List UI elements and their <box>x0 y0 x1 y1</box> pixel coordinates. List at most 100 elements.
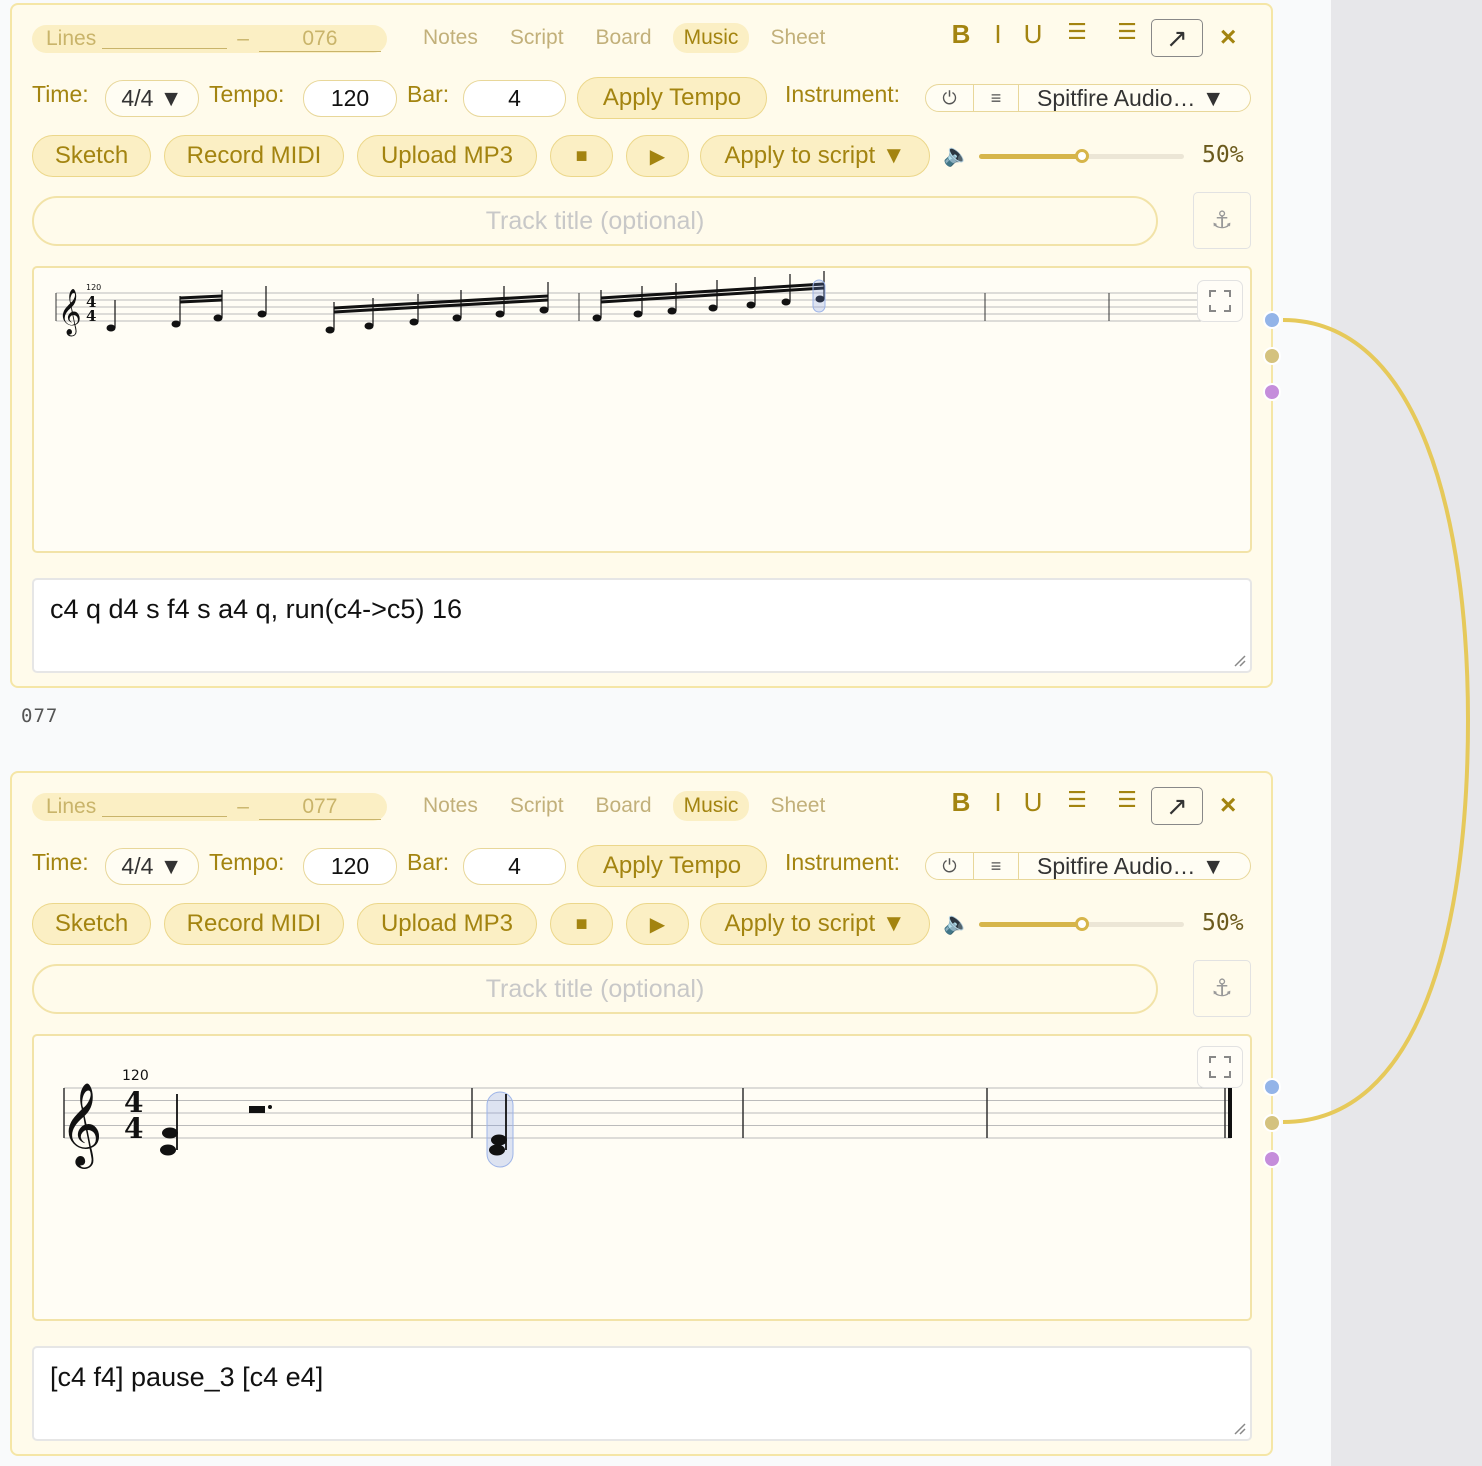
popout-icon[interactable]: ↗ <box>1151 19 1203 57</box>
note-head <box>495 310 505 318</box>
underline-button[interactable]: U <box>1020 19 1046 50</box>
instrument-name[interactable]: Spitfire Audio… ▼ <box>1019 853 1225 880</box>
stop-button[interactable]: ■ <box>550 135 613 177</box>
time-signature-select[interactable]: 4/4 ▼ <box>105 80 199 117</box>
record-midi-button[interactable]: Record MIDI <box>164 135 344 177</box>
anchor-icon[interactable]: ⚓ <box>1193 960 1251 1017</box>
note-head <box>171 320 181 328</box>
bullet-list-icon[interactable]: ☰ <box>1064 787 1090 813</box>
upload-mp3-button[interactable]: Upload MP3 <box>357 903 537 945</box>
tab-board[interactable]: Board <box>585 791 663 821</box>
bar-label: Bar: <box>407 849 450 875</box>
tab-notes[interactable]: Notes <box>412 23 489 53</box>
bar-input[interactable]: 4 <box>463 80 566 117</box>
close-icon[interactable]: × <box>1220 789 1236 821</box>
volume-icon: 🔈 <box>943 910 971 935</box>
score-view[interactable]: 𝄞 4 4 120 <box>32 1034 1252 1321</box>
track-title-input[interactable]: Track title (optional) <box>32 196 1158 246</box>
italic-button[interactable]: I <box>988 787 1008 818</box>
lines-end-input[interactable]: 077 <box>258 795 381 820</box>
tab-script[interactable]: Script <box>499 23 575 53</box>
note-head <box>592 314 602 322</box>
script-input[interactable]: [c4 f4] pause_3 [c4 e4] <box>32 1346 1252 1441</box>
underline-button[interactable]: U <box>1020 787 1046 818</box>
tab-sheet[interactable]: Sheet <box>759 791 836 821</box>
instrument-menu-icon[interactable]: ≡ <box>974 853 1019 879</box>
port-tan-2[interactable] <box>1263 1114 1281 1132</box>
port-purple-1[interactable] <box>1263 383 1281 401</box>
play-button[interactable]: ▶ <box>626 903 689 945</box>
instrument-menu-icon[interactable]: ≡ <box>974 85 1019 111</box>
sketch-button[interactable]: Sketch <box>32 903 151 945</box>
lines-label: Lines <box>46 795 97 818</box>
volume-slider[interactable] <box>979 917 1184 931</box>
lines-start-input[interactable] <box>102 797 228 817</box>
bold-button[interactable]: B <box>948 19 974 50</box>
stop-button[interactable]: ■ <box>550 903 613 945</box>
time-signature-select[interactable]: 4/4 ▼ <box>105 848 199 885</box>
anchor-icon[interactable]: ⚓ <box>1193 192 1251 249</box>
note-head <box>781 298 791 306</box>
tab-board[interactable]: Board <box>585 23 663 53</box>
apply-to-script-button[interactable]: Apply to script ▼ <box>700 903 930 945</box>
tempo-input[interactable]: 120 <box>303 848 397 885</box>
instrument-select[interactable]: ⏻ ≡ Spitfire Audio… ▼ <box>925 84 1251 112</box>
tab-sheet[interactable]: Sheet <box>759 23 836 53</box>
volume-slider-knob[interactable] <box>1074 149 1089 163</box>
tab-notes[interactable]: Notes <box>412 791 489 821</box>
selected-note-highlight <box>486 1091 514 1168</box>
script-input[interactable]: c4 q d4 s f4 s a4 q, run(c4->c5) 16 <box>32 578 1252 673</box>
italic-button[interactable]: I <box>988 19 1008 50</box>
note-head <box>106 324 116 332</box>
instrument-label: Instrument: <box>785 849 901 875</box>
popout-icon[interactable]: ↗ <box>1151 787 1203 825</box>
expand-score-button[interactable] <box>1197 280 1243 322</box>
bar-input[interactable]: 4 <box>463 848 566 885</box>
apply-tempo-button[interactable]: Apply Tempo <box>577 845 767 887</box>
lines-dash: – <box>237 795 249 818</box>
fullscreen-icon <box>1209 1056 1231 1078</box>
tab-music[interactable]: Music <box>672 791 750 821</box>
score-view[interactable]: 𝄞 4 4 120 <box>32 266 1252 553</box>
numbered-list-icon[interactable]: ☰ <box>1114 787 1140 813</box>
lines-range-field[interactable]: Lines – 077 <box>32 793 387 821</box>
apply-to-script-button[interactable]: Apply to script ▼ <box>700 135 930 177</box>
record-midi-button[interactable]: Record MIDI <box>164 903 344 945</box>
chord-note-f4 <box>162 1127 178 1139</box>
instrument-power-icon[interactable]: ⏻ <box>926 853 974 879</box>
instrument-select[interactable]: ⏻ ≡ Spitfire Audio… ▼ <box>925 852 1251 880</box>
chord-note-c4 <box>489 1144 505 1156</box>
track-title-input[interactable]: Track title (optional) <box>32 964 1158 1014</box>
apply-tempo-button[interactable]: Apply Tempo <box>577 77 767 119</box>
port-blue-1[interactable] <box>1263 311 1281 329</box>
upload-mp3-button[interactable]: Upload MP3 <box>357 135 537 177</box>
view-tabs: Notes Script Board Music Sheet <box>412 791 846 821</box>
lines-dash: – <box>237 27 249 50</box>
note-head <box>325 326 335 334</box>
lines-range-field[interactable]: Lines – 076 <box>32 25 387 53</box>
lines-start-input[interactable] <box>102 29 228 49</box>
volume-slider-fill <box>979 154 1082 159</box>
port-blue-2[interactable] <box>1263 1078 1281 1096</box>
close-icon[interactable]: × <box>1220 21 1236 53</box>
volume-slider-knob[interactable] <box>1074 917 1089 931</box>
tab-script[interactable]: Script <box>499 791 575 821</box>
expand-score-button[interactable] <box>1197 1046 1243 1088</box>
score-tempo-mark: 120 <box>122 1068 149 1084</box>
sketch-button[interactable]: Sketch <box>32 135 151 177</box>
resize-handle-icon[interactable] <box>1232 653 1246 667</box>
resize-handle-icon[interactable] <box>1232 1421 1246 1435</box>
instrument-name[interactable]: Spitfire Audio… ▼ <box>1019 85 1225 112</box>
numbered-list-icon[interactable]: ☰ <box>1114 19 1140 45</box>
bold-button[interactable]: B <box>948 787 974 818</box>
port-purple-2[interactable] <box>1263 1150 1281 1168</box>
play-button[interactable]: ▶ <box>626 135 689 177</box>
bullet-list-icon[interactable]: ☰ <box>1064 19 1090 45</box>
instrument-power-icon[interactable]: ⏻ <box>926 85 974 111</box>
note-head <box>409 318 419 326</box>
tempo-input[interactable]: 120 <box>303 80 397 117</box>
tab-music[interactable]: Music <box>672 23 750 53</box>
volume-slider[interactable] <box>979 149 1184 163</box>
lines-end-input[interactable]: 076 <box>258 27 381 52</box>
port-tan-1[interactable] <box>1263 347 1281 365</box>
